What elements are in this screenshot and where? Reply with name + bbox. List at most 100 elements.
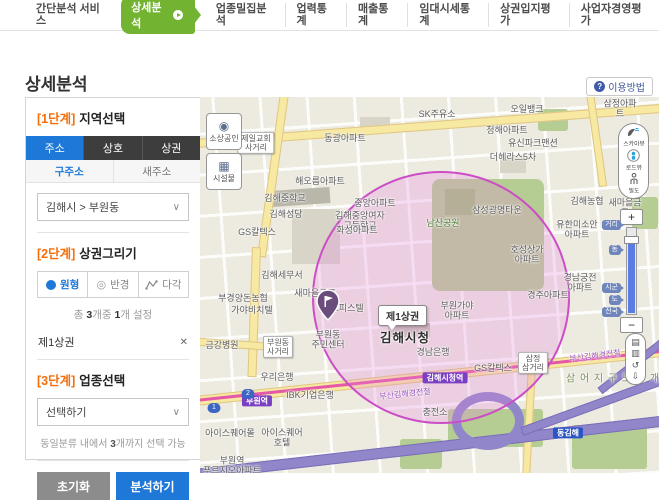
map-label: GS칼텍스 xyxy=(474,363,512,373)
facility-layer-button[interactable]: ▦ 시설물 xyxy=(206,153,242,190)
nav-business-evaluation[interactable]: 사업자경영평가 xyxy=(569,3,659,27)
industry-select[interactable]: 선택하기 ∨ xyxy=(37,398,189,426)
step1-badge: [1단계] xyxy=(37,112,75,126)
map-label: 유신파크맨션 xyxy=(508,138,558,148)
map-type-icon[interactable]: ▤ xyxy=(631,337,640,347)
nav-location-evaluation[interactable]: 상권입지평가 xyxy=(488,3,569,27)
measure-icon[interactable]: ▥ xyxy=(631,348,640,358)
map-label: 김해중앙여자 고등학교 xyxy=(335,211,385,232)
map-view-controls: 스카이뷰 로드뷰 밀도 xyxy=(618,123,649,199)
map-label: 2 xyxy=(242,389,255,399)
polygon-icon xyxy=(145,280,158,290)
step3-section: [3단계] 업종선택 선택하기 ∨ 동일분류 내에서 3개까지 선택 가능 xyxy=(26,360,200,461)
subtab-old-address[interactable]: 구주소 xyxy=(26,160,113,182)
industry-select-value: 선택하기 xyxy=(46,404,86,420)
zoom-slider[interactable] xyxy=(626,227,637,315)
map-label: 경남궁전 아파트 xyxy=(563,273,596,294)
map-label: 아이스퀘어몰 xyxy=(205,428,255,438)
map-label: 1 xyxy=(208,403,221,413)
tab-trade-area[interactable]: 상권 xyxy=(142,136,200,160)
map-label: 부경양돈농협 xyxy=(218,293,268,303)
remove-area-icon[interactable]: ✕ xyxy=(180,337,188,348)
filled-circle-icon xyxy=(46,280,56,290)
map-tool-pill: ▤▥ ↺⇩ xyxy=(625,333,646,385)
detail-analysis-arrow-icon xyxy=(173,10,182,20)
map-label: 삼성광명타운 xyxy=(472,205,522,215)
region-select[interactable]: 김해시 > 부원동 ∨ xyxy=(37,193,189,221)
help-button[interactable]: ? 이용방법 xyxy=(586,77,653,96)
shape-circle-button[interactable]: 원형 xyxy=(38,272,87,297)
density-button[interactable]: 밀도 xyxy=(628,173,640,195)
map-label: 호성상가 아파트 xyxy=(510,245,543,266)
industry-hint: 동일분류 내에서 3개까지 선택 가능 xyxy=(37,435,189,450)
map-canvas[interactable]: 동광아파트해오름아파트김해성당김해중앙여자 고등학교김해중학교오일뱅크삼정아파트… xyxy=(200,97,659,473)
ring-icon: ◎ xyxy=(97,280,107,290)
map-layer-controls: ◉ 소상공인 ▦ 시설물 xyxy=(206,113,242,193)
trade-area-name: 제1상권 xyxy=(38,334,74,350)
step1-heading: [1단계]지역선택 xyxy=(37,108,189,127)
shape-button-group: 원형 ◎ 반경 다각 xyxy=(37,271,189,298)
map-label: 김해시청 xyxy=(380,331,430,345)
skyview-button[interactable]: 스카이뷰 xyxy=(622,127,646,148)
map-label: IBK기업은행 xyxy=(286,390,334,400)
step3-title: 업종선택 xyxy=(79,374,125,388)
tab-address[interactable]: 주소 xyxy=(26,136,83,160)
roadview-button[interactable]: 로드뷰 xyxy=(625,149,643,172)
map-label: 화성아파트 xyxy=(336,225,377,235)
merchant-layer-button[interactable]: ◉ 소상공인 xyxy=(206,113,242,150)
help-button-label: 이용방법 xyxy=(608,79,645,94)
analyze-button[interactable]: 분석하기 xyxy=(116,472,189,500)
tab-store-name[interactable]: 상호 xyxy=(83,136,141,160)
subtab-new-address[interactable]: 새주소 xyxy=(113,160,201,182)
merchant-icon: ◉ xyxy=(219,120,229,132)
zoom-slider-handle[interactable] xyxy=(624,236,639,244)
zoom-out-button[interactable]: − xyxy=(620,317,643,333)
step2-badge: [2단계] xyxy=(37,247,75,261)
map-label: 부원가야 아파트 xyxy=(440,301,473,322)
map-label: 동김해 xyxy=(553,427,583,438)
step3-heading: [3단계] 업종선택 xyxy=(37,370,189,389)
trade-area-row: 제1상권 ✕ xyxy=(37,329,189,359)
map-label: GS칼텍스 xyxy=(238,227,276,237)
density-icon xyxy=(629,173,639,185)
region-select-value: 김해시 > 부원동 xyxy=(46,199,119,215)
nav-simple-analysis[interactable]: 간단분석 서비스 xyxy=(25,3,117,27)
map-label: 중앙아파트 xyxy=(354,198,395,208)
map-label: 우리은행 xyxy=(260,372,293,382)
undo-icon[interactable]: ↺ xyxy=(632,360,640,370)
step1-section: [1단계]지역선택 xyxy=(26,98,200,127)
shape-polygon-label: 다각 xyxy=(162,277,181,292)
map-label: 경남은행 xyxy=(416,347,449,357)
download-icon[interactable]: ⇩ xyxy=(632,371,640,381)
map-label: 아이스퀘어 호텔 xyxy=(261,428,302,449)
nav-rent-stats[interactable]: 임대시세통계 xyxy=(407,3,488,27)
page-title: 상세분석 xyxy=(25,70,88,95)
location-pin-icon[interactable] xyxy=(316,289,340,321)
nav-sales-stats[interactable]: 매출통계 xyxy=(346,3,407,27)
nav-business-age-stats[interactable]: 업력통계 xyxy=(285,3,346,27)
reset-button[interactable]: 초기화 xyxy=(37,472,110,500)
map-label: 부원역 xyxy=(242,395,272,406)
zoom-slider-fill xyxy=(628,244,635,313)
skyview-label: 스카이뷰 xyxy=(623,139,645,148)
shape-radius-button[interactable]: ◎ 반경 xyxy=(87,272,137,297)
density-label: 밀도 xyxy=(628,185,639,194)
map-label: 제일교회 사거리 xyxy=(237,132,274,154)
step2-title: 상권그리기 xyxy=(79,247,137,261)
zoom-in-button[interactable]: + xyxy=(620,209,643,225)
skyview-icon xyxy=(626,127,640,138)
address-subtabs: 구주소 새주소 xyxy=(26,160,200,183)
facility-layer-label: 시설물 xyxy=(213,173,235,184)
nav-density-analysis[interactable]: 업종밀집분석 xyxy=(205,3,285,27)
map-label: 더헤라스5차 xyxy=(490,152,536,162)
roadview-icon xyxy=(627,149,640,162)
map-label: 해오름아파트 xyxy=(295,176,345,186)
merchant-layer-label: 소상공인 xyxy=(209,133,238,144)
region-select-section: 김해시 > 부원동 ∨ xyxy=(26,183,200,233)
shape-polygon-button[interactable]: 다각 xyxy=(138,272,188,297)
facility-icon: ▦ xyxy=(218,160,229,172)
nav-detail-analysis[interactable]: 상세분석 xyxy=(121,0,195,34)
step3-badge: [3단계] xyxy=(37,374,75,388)
map-label: 김해성당 xyxy=(269,209,302,219)
analysis-panel: [1단계]지역선택 주소 상호 상권 구주소 새주소 김해시 > 부원동 ∨ [… xyxy=(25,97,201,460)
